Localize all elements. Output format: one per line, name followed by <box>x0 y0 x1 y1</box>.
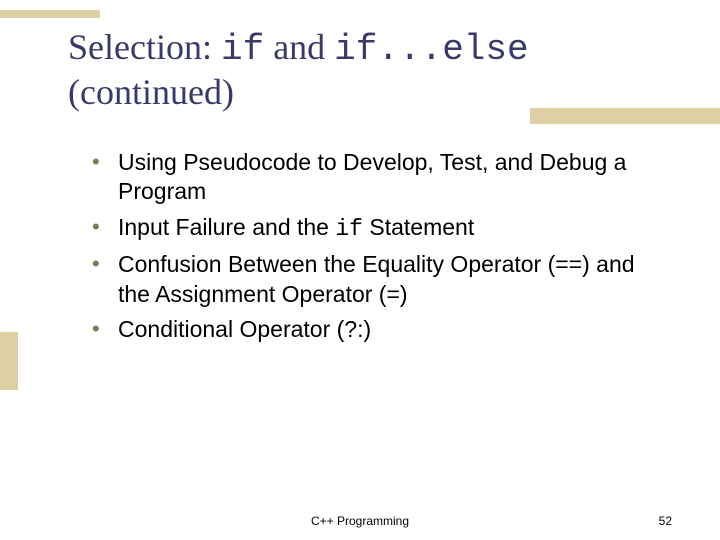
title-prefix: Selection: <box>68 27 221 67</box>
title-code-ifelse: if...else <box>334 29 528 70</box>
bullet-list: Using Pseudocode to Develop, Test, and D… <box>92 148 660 351</box>
footer-text: C++ Programming <box>0 514 720 528</box>
list-item: Confusion Between the Equality Operator … <box>92 250 660 309</box>
page-number: 52 <box>659 514 672 528</box>
slide: Selection: if and if...else (continued) … <box>0 0 720 540</box>
title-suffix: (continued) <box>68 72 234 112</box>
bullet-text-pre: Input Failure and the <box>118 214 335 240</box>
list-item: Conditional Operator (?:) <box>92 315 660 344</box>
list-item: Using Pseudocode to Develop, Test, and D… <box>92 148 660 207</box>
accent-bar-left <box>0 332 18 390</box>
title-code-if: if <box>221 29 264 70</box>
list-item: Input Failure and the if Statement <box>92 213 660 244</box>
bullet-code: if <box>335 216 363 242</box>
title-mid: and <box>264 27 334 67</box>
slide-title: Selection: if and if...else (continued) <box>68 26 660 114</box>
bullet-text: Using Pseudocode to Develop, Test, and D… <box>118 149 626 204</box>
accent-bar-top <box>0 10 100 18</box>
bullet-text-post: Statement <box>363 214 474 240</box>
bullet-text: Conditional Operator (?:) <box>118 316 371 342</box>
bullet-text: Confusion Between the Equality Operator … <box>118 251 635 306</box>
